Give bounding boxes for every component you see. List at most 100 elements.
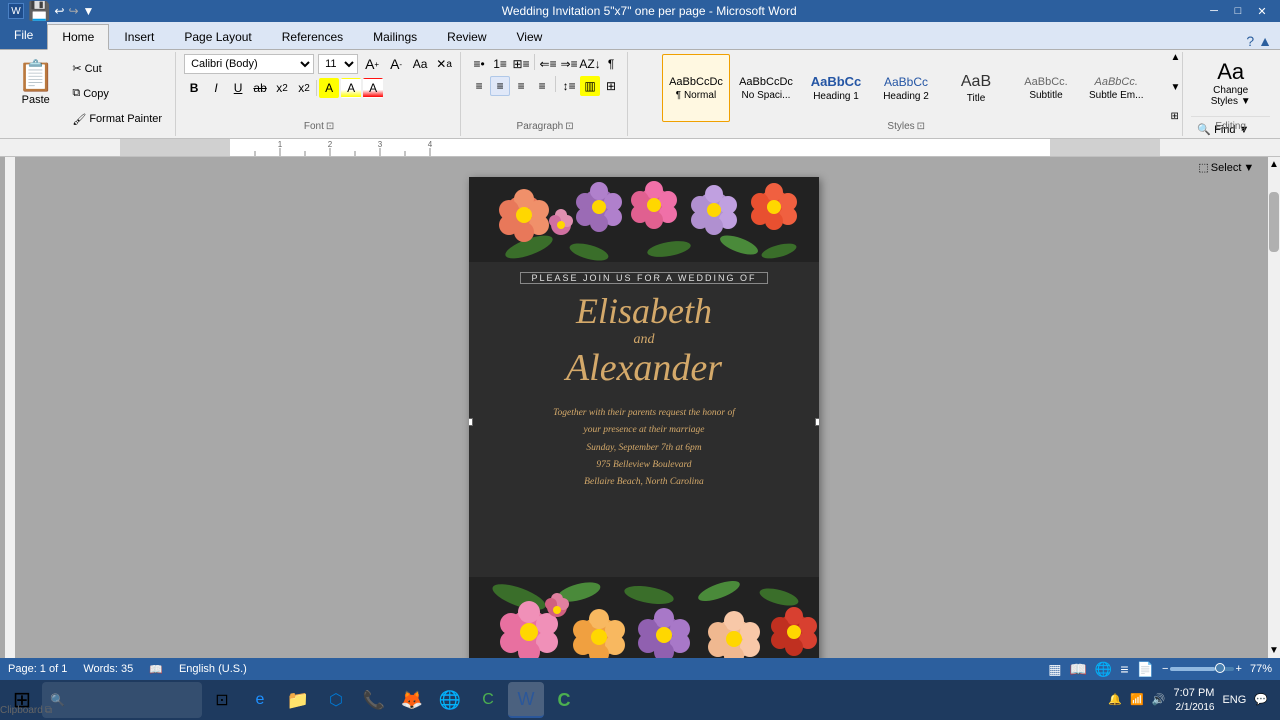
subscript-btn[interactable]: x2: [272, 78, 292, 98]
notification-icon[interactable]: 🔔: [1108, 693, 1122, 706]
zoom-out-btn[interactable]: −: [1162, 663, 1168, 675]
font-name-select[interactable]: Calibri (Body): [184, 54, 314, 74]
style-no-spacing[interactable]: AaBbCcDc No Spaci...: [732, 54, 800, 122]
search-taskbar-icon: 🔍: [50, 693, 65, 707]
paste-button[interactable]: 📋 Paste: [8, 54, 63, 134]
decrease-indent-btn[interactable]: ⇐≡: [538, 54, 558, 74]
zoom-slider[interactable]: [1170, 667, 1233, 671]
highlight-color-btn[interactable]: A: [341, 78, 361, 98]
shrink-font-btn[interactable]: A-: [386, 54, 406, 74]
tab-review[interactable]: Review: [432, 23, 501, 49]
align-right-btn[interactable]: ≡: [511, 76, 531, 96]
zoom-percent[interactable]: 77%: [1250, 663, 1272, 675]
style-normal[interactable]: AaBbCcDc ¶ Normal: [662, 54, 730, 122]
undo-btn[interactable]: ↩: [54, 4, 64, 18]
style-h2-preview: AaBbCc: [884, 75, 928, 89]
select-arrow: ▼: [1243, 162, 1254, 174]
tab-references[interactable]: References: [267, 23, 358, 49]
view-web-icon[interactable]: 🌐: [1095, 661, 1112, 678]
sort-btn[interactable]: AZ↓: [580, 54, 600, 74]
word-taskbar-btn[interactable]: W: [508, 682, 544, 718]
ribbon-minimize-icon[interactable]: ▲: [1258, 33, 1272, 49]
style-title[interactable]: AaB Title: [942, 54, 1010, 122]
text-highlight-btn[interactable]: A: [319, 78, 339, 98]
style-heading2[interactable]: AaBbCc Heading 2: [872, 54, 940, 122]
line-spacing-btn[interactable]: ↕≡: [559, 76, 579, 96]
volume-icon[interactable]: 🔊: [1152, 693, 1166, 706]
cortana-btn[interactable]: ⬡: [318, 682, 354, 718]
start-btn[interactable]: ⊞: [4, 682, 40, 718]
tab-file[interactable]: File: [0, 21, 47, 49]
maximize-btn[interactable]: □: [1228, 3, 1248, 19]
redo-btn[interactable]: ↪: [68, 4, 78, 18]
ie-btn[interactable]: e: [242, 682, 278, 718]
multilevel-btn[interactable]: ⊞≡: [511, 54, 531, 74]
justify-btn[interactable]: ≡: [532, 76, 552, 96]
ribbon: File Home Insert Page Layout References …: [0, 22, 1280, 139]
search-btn[interactable]: 🔍: [42, 682, 202, 718]
cut-button[interactable]: ✂ Cut: [67, 59, 167, 78]
close-btn[interactable]: ✕: [1252, 3, 1272, 19]
para-expand-icon[interactable]: ⊡: [565, 121, 573, 132]
style-subtitle[interactable]: AaBbCc. Subtitle: [1012, 54, 1080, 122]
style-subtle-em[interactable]: AaBbCc. Subtle Em...: [1082, 54, 1150, 122]
increase-indent-btn[interactable]: ⇒≡: [559, 54, 579, 74]
tab-view[interactable]: View: [502, 23, 558, 49]
grow-font-btn[interactable]: A+: [362, 54, 382, 74]
file-explorer-btn[interactable]: 📁: [280, 682, 316, 718]
bold-btn[interactable]: B: [184, 78, 204, 98]
doc-scroll[interactable]: PLEASE JOIN US FOR A WEDDING OF Elisabet…: [20, 157, 1268, 658]
tab-page-layout[interactable]: Page Layout: [169, 23, 266, 49]
tab-home[interactable]: Home: [47, 24, 109, 50]
quick-access-dropdown[interactable]: ▼: [83, 4, 95, 18]
right-scrollbar[interactable]: ▲ ▼: [1268, 157, 1280, 658]
task-view-btn[interactable]: ⊡: [204, 682, 240, 718]
viber-btn[interactable]: 📞: [356, 682, 392, 718]
clipboard-expand-icon[interactable]: ⧉: [45, 705, 52, 716]
styles-scroll-up[interactable]: ▲: [1170, 52, 1180, 63]
align-left-btn[interactable]: ≡: [469, 76, 489, 96]
copy-button[interactable]: ⧉ Copy: [67, 84, 167, 103]
word-icon: W: [8, 3, 24, 19]
minimize-btn[interactable]: ─: [1204, 3, 1224, 19]
view-draft-icon[interactable]: 📄: [1137, 661, 1154, 678]
change-styles-button[interactable]: Aa ChangeStyles ▼: [1204, 54, 1258, 112]
network-icon[interactable]: 📶: [1130, 693, 1144, 706]
font-expand-icon[interactable]: ⊡: [326, 121, 334, 132]
firefox-btn[interactable]: 🦊: [394, 682, 430, 718]
view-reading-icon[interactable]: 📖: [1069, 661, 1086, 678]
clear-format-btn[interactable]: ✕a: [434, 54, 454, 74]
view-normal-icon[interactable]: ▦: [1048, 661, 1061, 678]
superscript-btn[interactable]: x2: [294, 78, 314, 98]
styles-expand-icon[interactable]: ⊡: [917, 121, 925, 132]
select-button[interactable]: ⬚ Select ▼: [1191, 158, 1270, 177]
change-case-btn[interactable]: Aa: [410, 54, 430, 74]
spell-check-icon[interactable]: 📖: [149, 663, 163, 676]
shading-btn[interactable]: ▥: [580, 76, 600, 96]
tab-mailings[interactable]: Mailings: [358, 23, 432, 49]
chrome-btn[interactable]: 🌐: [432, 682, 468, 718]
format-painter-button[interactable]: 🖌 Format Painter: [67, 110, 167, 129]
notifications-btn[interactable]: 💬: [1254, 693, 1268, 706]
zoom-in-btn[interactable]: +: [1236, 663, 1242, 675]
show-hide-btn[interactable]: ¶: [601, 54, 621, 74]
styles-scroll-down[interactable]: ▼: [1170, 82, 1180, 93]
details-line5: Bellaire Beach, North Carolina: [553, 474, 735, 491]
bullets-btn[interactable]: ≡•: [469, 54, 489, 74]
italic-btn[interactable]: I: [206, 78, 226, 98]
scroll-down-btn[interactable]: ▼: [1267, 643, 1280, 658]
tab-insert[interactable]: Insert: [109, 23, 169, 49]
numbering-btn[interactable]: 1≡: [490, 54, 510, 74]
strikethrough-btn[interactable]: ab: [250, 78, 270, 98]
font-color-btn[interactable]: A: [363, 78, 383, 98]
app1-btn[interactable]: C: [470, 682, 506, 718]
border-btn[interactable]: ⊞: [601, 76, 621, 96]
view-outline-icon[interactable]: ≡: [1120, 661, 1128, 677]
font-size-select[interactable]: 11: [318, 54, 358, 74]
align-center-btn[interactable]: ≡: [490, 76, 510, 96]
underline-btn[interactable]: U: [228, 78, 248, 98]
app2-btn[interactable]: C: [546, 682, 582, 718]
style-heading1[interactable]: AaBbCc Heading 1: [802, 54, 870, 122]
help-icon[interactable]: ?: [1246, 33, 1254, 49]
scrollbar-thumb[interactable]: [1269, 192, 1279, 252]
